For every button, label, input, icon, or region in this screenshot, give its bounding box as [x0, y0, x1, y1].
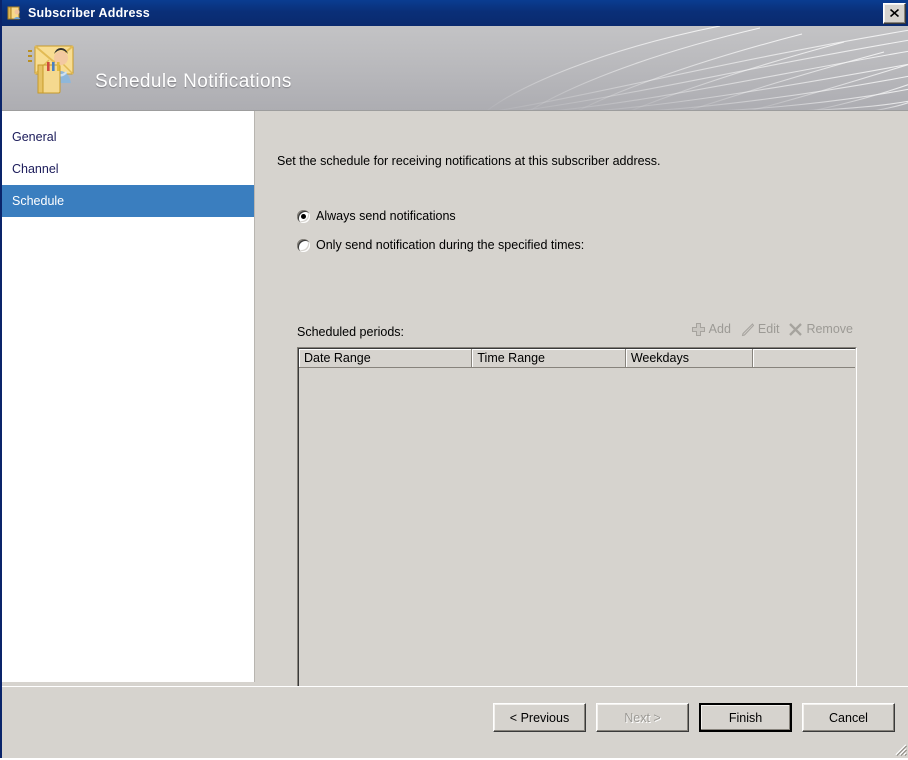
- cancel-button[interactable]: Cancel: [802, 703, 895, 732]
- subscriber-address-icon: [7, 5, 23, 21]
- wizard-banner: Schedule Notifications: [2, 26, 908, 111]
- scheduled-periods-label: Scheduled periods:: [297, 325, 405, 339]
- grid-header-row: Date Range Time Range Weekdays: [299, 349, 855, 368]
- finish-button[interactable]: Finish: [699, 703, 792, 732]
- sidebar-item-channel[interactable]: Channel: [2, 153, 254, 185]
- grid-inner: Date Range Time Range Weekdays: [298, 348, 856, 741]
- edit-button[interactable]: Edit: [740, 322, 780, 337]
- close-icon[interactable]: [883, 2, 906, 24]
- sidebar-item-general[interactable]: General: [2, 121, 254, 153]
- resize-grip-icon[interactable]: [892, 741, 908, 757]
- x-icon: [788, 322, 803, 337]
- dialog-body: General Channel Schedule Set the schedul…: [2, 111, 908, 742]
- add-button-label: Add: [708, 322, 731, 336]
- grid-toolbar: Add Edit Remove: [640, 317, 853, 341]
- scheduled-periods-grid[interactable]: Date Range Time Range Weekdays: [297, 347, 857, 742]
- wizard-nav-sidebar: General Channel Schedule: [2, 111, 255, 682]
- previous-button[interactable]: < Previous: [493, 703, 586, 732]
- radio-only-specified-times[interactable]: Only send notification during the specif…: [297, 238, 584, 252]
- next-button[interactable]: Next >: [596, 703, 689, 732]
- wizard-button-row: < Previous Next > Finish Cancel: [493, 703, 895, 732]
- column-header-weekdays[interactable]: Weekdays: [625, 349, 754, 368]
- remove-button[interactable]: Remove: [788, 322, 853, 337]
- radio-always-send-label: Always send notifications: [316, 209, 456, 223]
- radio-only-specified-times-label: Only send notification during the specif…: [316, 238, 585, 252]
- column-header-date-range[interactable]: Date Range: [299, 349, 473, 368]
- wizard-content-pane: Set the schedule for receiving notificat…: [255, 111, 908, 742]
- add-button[interactable]: Add: [691, 322, 731, 337]
- column-header-blank[interactable]: [753, 349, 855, 368]
- sidebar-item-schedule[interactable]: Schedule: [2, 185, 254, 217]
- envelope-contact-book-icon: [22, 36, 84, 98]
- edit-button-label: Edit: [757, 322, 780, 336]
- dialog-footer: < Previous Next > Finish Cancel: [2, 686, 908, 758]
- subscriber-address-dialog: Subscriber Address Schedule Notification…: [0, 0, 908, 758]
- intro-text: Set the schedule for receiving notificat…: [277, 154, 661, 168]
- remove-button-label: Remove: [806, 322, 853, 336]
- window-title: Subscriber Address: [28, 6, 150, 20]
- radio-only-specified-times-mark[interactable]: [297, 238, 310, 252]
- page-title: Schedule Notifications: [95, 71, 292, 92]
- column-header-time-range[interactable]: Time Range: [472, 349, 626, 368]
- radio-always-send[interactable]: Always send notifications: [297, 209, 456, 223]
- pencil-icon: [740, 322, 755, 337]
- mesh-swoosh-graphic: [487, 26, 908, 110]
- radio-always-send-mark[interactable]: [297, 209, 310, 223]
- plus-icon: [691, 322, 706, 337]
- title-bar: Subscriber Address: [2, 0, 908, 26]
